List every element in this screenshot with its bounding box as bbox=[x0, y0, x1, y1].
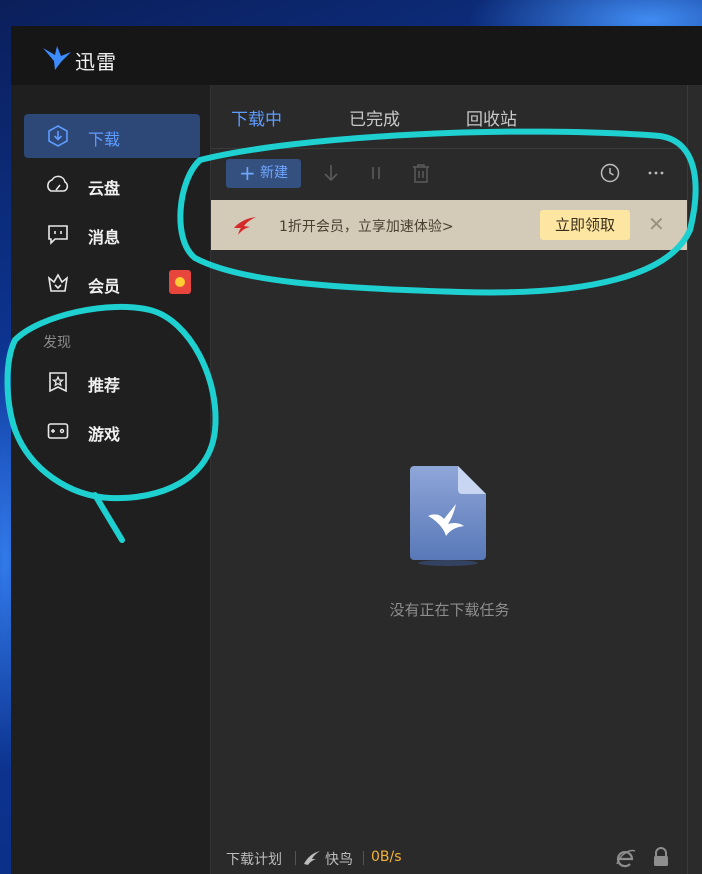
message-icon bbox=[48, 225, 68, 245]
sidebar-item-cloud[interactable]: 云盘 bbox=[24, 163, 200, 207]
lock-icon[interactable] bbox=[652, 847, 670, 867]
sidebar-item-download[interactable]: 下载 bbox=[24, 114, 200, 158]
sidebar-item-recommend[interactable]: 推荐 bbox=[24, 360, 200, 404]
claim-now-button[interactable]: 立即领取 bbox=[540, 210, 630, 240]
tab-recycle-bin[interactable]: 回收站 bbox=[466, 105, 517, 130]
divider bbox=[363, 851, 364, 865]
star-icon bbox=[49, 372, 67, 393]
divider bbox=[295, 851, 296, 865]
app-window: 迅雷 下载 云盘 消息 会员 发现 推荐 游戏 下载中 已完成 回收站 + 新建… bbox=[11, 26, 702, 874]
new-task-label: 新建 bbox=[260, 165, 288, 181]
empty-state-message: 没有正在下载任务 bbox=[389, 601, 510, 619]
sidebar-item-label: 推荐 bbox=[88, 376, 121, 395]
red-bird-icon bbox=[234, 217, 256, 235]
trash-icon[interactable] bbox=[410, 162, 432, 184]
promo-text[interactable]: 1折开会员，立享加速体验> bbox=[279, 216, 454, 236]
cloud-icon bbox=[47, 175, 69, 192]
empty-file-icon bbox=[410, 466, 486, 566]
sidebar-item-messages[interactable]: 消息 bbox=[24, 212, 200, 256]
tab-completed[interactable]: 已完成 bbox=[349, 105, 400, 130]
sidebar-item-label: 消息 bbox=[88, 228, 121, 247]
plus-icon: + bbox=[239, 161, 256, 185]
gamepad-icon bbox=[47, 423, 69, 439]
discover-section-label: 发现 bbox=[43, 335, 71, 351]
ie-browser-icon[interactable] bbox=[616, 848, 636, 868]
download-icon bbox=[48, 125, 68, 147]
membership-promo-banner[interactable]: 1折开会员，立享加速体验> 立即领取 ✕ bbox=[211, 200, 688, 250]
app-title: 迅雷 bbox=[75, 50, 117, 74]
window-right-edge bbox=[687, 85, 702, 874]
title-bar: 迅雷 bbox=[11, 26, 702, 85]
red-packet-icon[interactable] bbox=[169, 270, 191, 294]
sidebar-item-label: 会员 bbox=[88, 277, 121, 296]
sidebar-item-label: 游戏 bbox=[88, 425, 121, 444]
sidebar-item-label: 下载 bbox=[88, 130, 121, 149]
pause-icon[interactable] bbox=[365, 162, 387, 184]
new-task-button[interactable]: + 新建 bbox=[226, 159, 301, 188]
history-clock-icon[interactable] bbox=[599, 162, 621, 184]
sidebar-item-games[interactable]: 游戏 bbox=[24, 409, 200, 453]
sidebar-item-label: 云盘 bbox=[88, 179, 121, 198]
toolbar-divider bbox=[211, 148, 688, 149]
more-icon[interactable] bbox=[645, 162, 667, 184]
main-panel: 下载中 已完成 回收站 + 新建 1折开会员，立享加速体验> 立即领取 ✕ 没有… bbox=[211, 85, 688, 874]
speed-bird-icon bbox=[304, 851, 320, 865]
download-arrow-icon[interactable] bbox=[320, 162, 342, 184]
tab-downloading[interactable]: 下载中 bbox=[231, 105, 282, 130]
close-icon[interactable]: ✕ bbox=[648, 212, 665, 236]
sidebar: 下载 云盘 消息 会员 发现 推荐 游戏 bbox=[11, 85, 211, 874]
download-speed: 0B/s bbox=[371, 849, 402, 865]
download-plan-link[interactable]: 下载计划 bbox=[226, 849, 282, 869]
thunder-bird-logo-icon bbox=[43, 46, 71, 70]
crown-icon bbox=[47, 273, 69, 292]
fast-bird-link[interactable]: 快鸟 bbox=[325, 849, 353, 869]
status-bar: 下载计划 快鸟 0B/s bbox=[211, 840, 688, 874]
